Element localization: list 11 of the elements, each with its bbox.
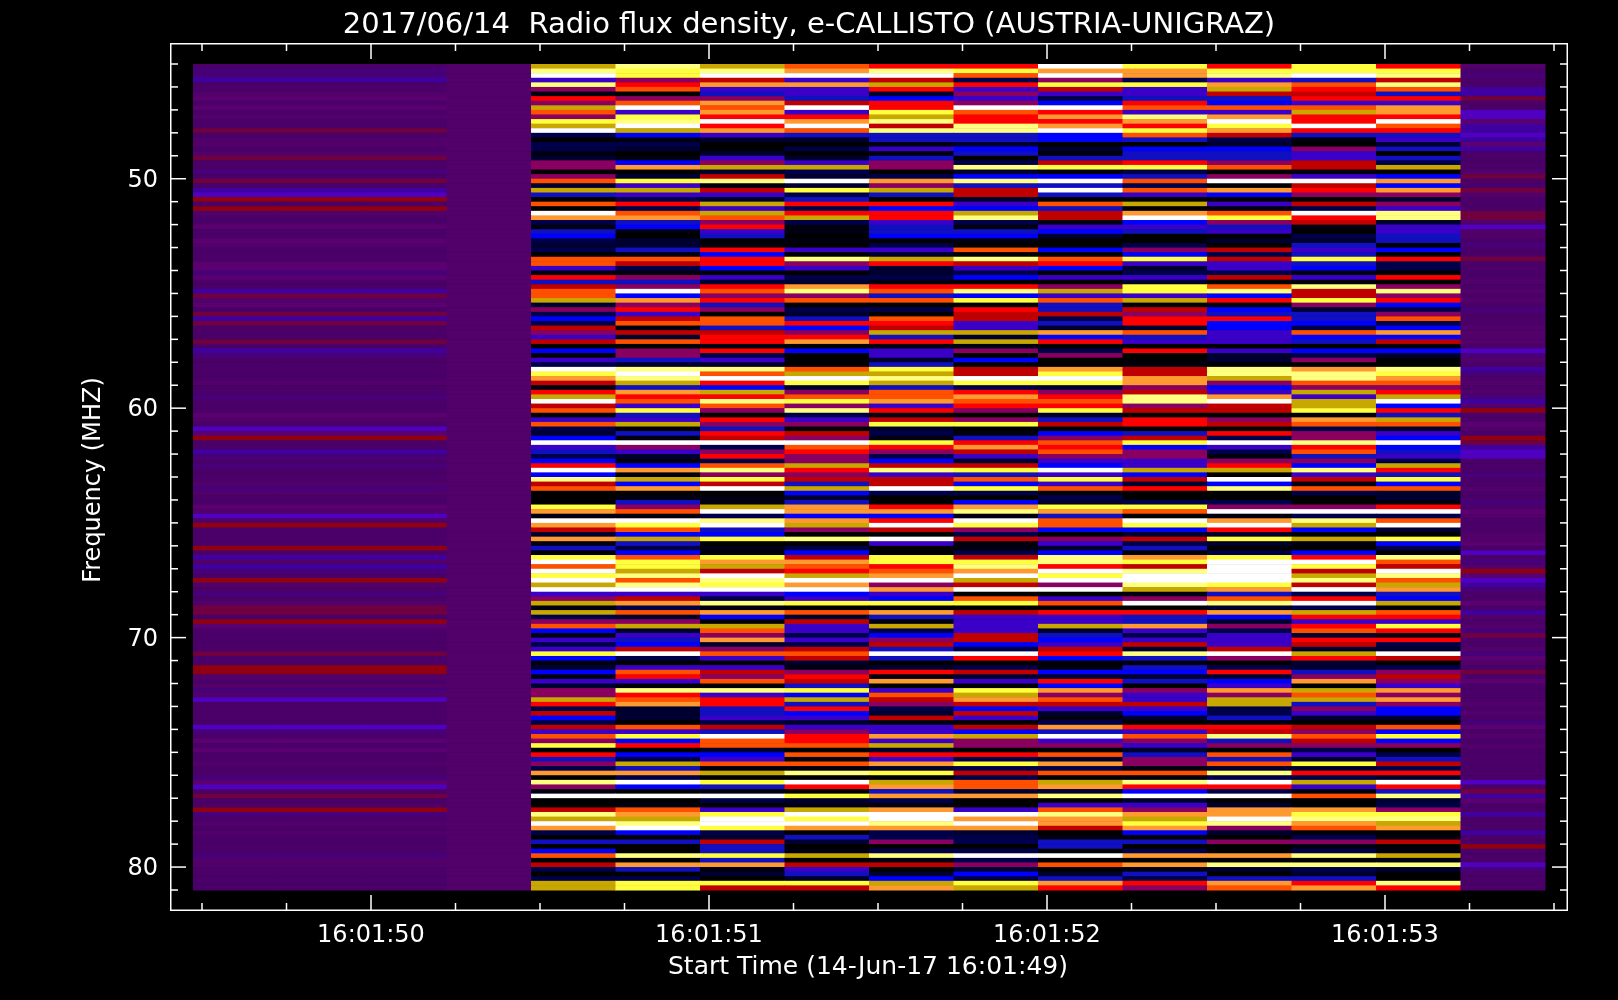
y-tick-label: 50 [127, 166, 158, 191]
y-tick-label: 80 [127, 855, 158, 880]
y-tick-label: 60 [127, 396, 158, 421]
x-tick-label: 16:01:51 [655, 922, 763, 946]
plot-title: 2017/06/14 Radio flux density, e-CALLISTO (AUSTRIA-UNIGRAZ) [341, 5, 1277, 42]
x-tick-label: 16:01:53 [1331, 922, 1439, 946]
x-axis-label: Start Time (14-Jun-17 16:01:49) [668, 953, 1068, 978]
y-tick-label: 70 [127, 625, 158, 650]
x-tick-label: 16:01:50 [317, 922, 425, 946]
x-tick-label: 16:01:52 [993, 922, 1101, 946]
y-axis-label: Frequency (MHZ) [80, 377, 104, 583]
